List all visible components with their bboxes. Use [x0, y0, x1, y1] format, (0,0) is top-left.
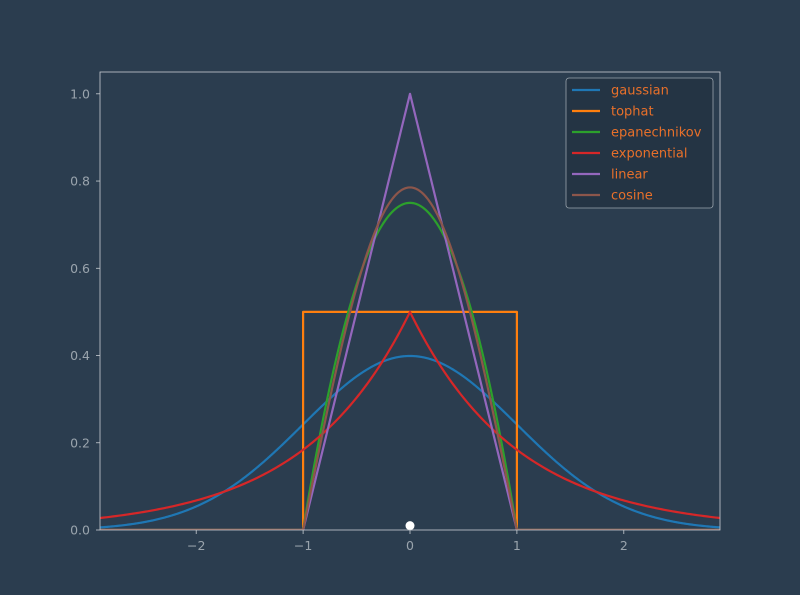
kernel-density-chart: −2 −1 0 1 2 0.0 0.2 0.4 0.6 0.8 1.0 gaussian tophat… — [0, 0, 800, 595]
x-tick-label: 0 — [406, 538, 414, 553]
y-tick-label: 0.4 — [70, 348, 90, 363]
legend-label-cosine: cosine — [611, 189, 653, 204]
legend-label-linear: linear — [611, 168, 648, 183]
legend-label-exponential: exponential — [611, 147, 687, 162]
x-tick-label: −2 — [187, 538, 205, 553]
x-tick-label: 1 — [513, 538, 521, 553]
y-tick-label: 0.2 — [70, 435, 90, 450]
sample-point-marker — [405, 521, 415, 531]
x-tick-label: −1 — [294, 538, 312, 553]
marker-layer — [405, 521, 415, 531]
legend-label-epanechnikov: epanechnikov — [611, 126, 702, 141]
x-tick-label: 2 — [620, 538, 628, 553]
y-tick-label: 0.8 — [70, 174, 90, 189]
legend-label-tophat: tophat — [611, 105, 654, 120]
y-tick-label: 0.6 — [70, 261, 90, 276]
legend-label-gaussian: gaussian — [611, 84, 669, 99]
y-tick-label: 0.0 — [70, 523, 90, 538]
y-tick-label: 1.0 — [70, 86, 90, 101]
legend: gaussian tophat epanechnikov exponential lin… — [565, 77, 714, 209]
